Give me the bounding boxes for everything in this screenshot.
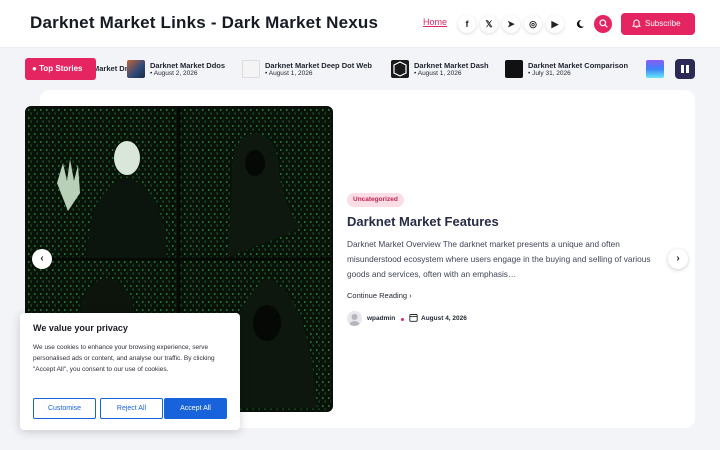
accept-all-button[interactable]: Accept All xyxy=(164,398,227,419)
site-header: Darknet Market Links - Dark Market Nexus… xyxy=(0,0,720,48)
slider-next-arrow-icon[interactable]: › xyxy=(668,249,688,269)
meta-separator-dot xyxy=(401,318,404,321)
ticker-item-title[interactable]: Darknet Market Dash xyxy=(414,61,489,70)
author-avatar[interactable] xyxy=(347,311,362,326)
ticker-date-text: August 2, 2026 xyxy=(153,70,198,77)
ticker-item-title[interactable]: Darknet Market Ddos xyxy=(150,61,225,70)
continue-reading-link[interactable]: Continue Reading › xyxy=(347,291,412,300)
instagram-icon[interactable]: ◎ xyxy=(524,15,542,33)
telegram-icon[interactable]: ➤ xyxy=(502,15,520,33)
subscribe-label: Subscribe xyxy=(645,19,681,28)
reject-all-button[interactable]: Reject All xyxy=(100,398,163,419)
ticker-thumbnail xyxy=(391,60,409,78)
ticker-date-text: August 1, 2026 xyxy=(417,70,462,77)
ticker-item-date: • August 2, 2026 xyxy=(150,70,198,77)
calendar-icon xyxy=(409,314,418,322)
ticker-item-date: • August 1, 2026 xyxy=(414,70,462,77)
youtube-icon[interactable]: ▶ xyxy=(546,15,564,33)
ticker-item-date: • August 1, 2026 xyxy=(265,70,313,77)
post-excerpt: Darknet Market Overview The darknet mark… xyxy=(347,239,651,279)
ticker-item-date: • July 31, 2026 xyxy=(528,70,571,77)
ticker-item-title[interactable]: Darknet Market Comparison xyxy=(528,61,628,70)
post-date: August 4, 2026 xyxy=(421,315,467,322)
ticker-date-text: August 1, 2026 xyxy=(268,70,313,77)
post-title[interactable]: Darknet Market Features xyxy=(347,214,499,229)
nav-home-link[interactable]: Home xyxy=(423,17,447,27)
author-name[interactable]: wpadmin xyxy=(367,315,395,322)
cookie-consent-banner: We value your privacy We use cookies to … xyxy=(20,313,240,430)
facebook-icon[interactable]: f xyxy=(458,15,476,33)
subscribe-button[interactable]: Subscribe xyxy=(621,13,695,35)
cookie-title: We value your privacy xyxy=(33,323,128,333)
pause-ticker-button[interactable] xyxy=(675,59,695,79)
bell-icon xyxy=(632,19,641,28)
ticker-thumbnail xyxy=(505,60,523,78)
ticker-thumbnail xyxy=(127,60,145,78)
ticker-thumbnail xyxy=(646,60,664,78)
top-stories-ticker: ● Top Stories Darknet Market Dmt Darknet… xyxy=(25,58,695,80)
chevron-right-icon: › xyxy=(409,291,412,300)
continue-reading-label: Continue Reading xyxy=(347,291,408,300)
top-stories-label: ● Top Stories xyxy=(25,58,96,80)
cookie-body-text: We use cookies to enhance your browsing … xyxy=(33,344,215,373)
dark-mode-toggle-icon[interactable] xyxy=(571,15,589,33)
customise-button[interactable]: Customise xyxy=(33,398,96,419)
site-title[interactable]: Darknet Market Links - Dark Market Nexus xyxy=(30,13,378,33)
x-twitter-icon[interactable]: 𝕏 xyxy=(480,15,498,33)
slider-prev-arrow-icon[interactable]: ‹ xyxy=(32,249,52,269)
ticker-thumbnail xyxy=(242,60,260,78)
category-badge[interactable]: Uncategorized xyxy=(347,193,404,207)
ticker-item-title[interactable]: Darknet Market Deep Dot Web xyxy=(265,61,372,70)
search-icon[interactable] xyxy=(594,15,612,33)
ticker-date-text: July 31, 2026 xyxy=(532,70,571,77)
top-stories-text: Top Stories xyxy=(39,64,83,73)
